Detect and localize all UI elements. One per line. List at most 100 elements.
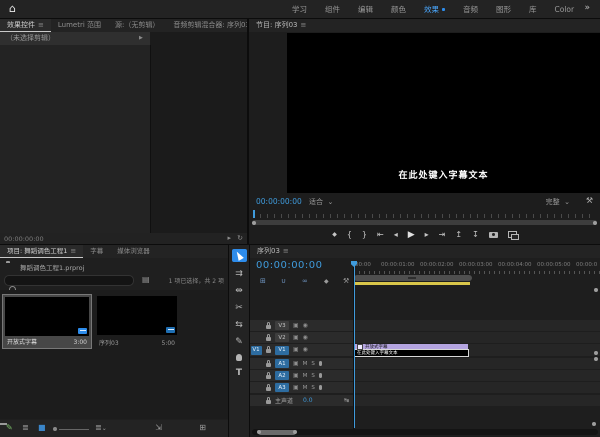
pen-tool[interactable]: ✎ [235, 337, 243, 347]
project-writable-icon[interactable]: ✎ [6, 423, 13, 432]
tab-media-browser[interactable]: 媒体浏览器 [110, 245, 157, 258]
microphone-icon[interactable] [319, 385, 322, 390]
lock-icon[interactable] [266, 325, 271, 329]
export-frame-icon[interactable] [489, 232, 498, 238]
sync-lock-icon[interactable]: ▣ [293, 323, 299, 329]
solo-button[interactable]: S [311, 361, 315, 367]
tab-program-monitor[interactable]: 节目: 序列03≡ [249, 19, 313, 32]
icon-view-icon[interactable]: ■ [38, 423, 46, 432]
track-target-v1[interactable]: V1 [275, 346, 289, 355]
track-content-master[interactable] [354, 395, 600, 406]
track-target-v2[interactable]: V2 [275, 333, 289, 342]
lock-icon[interactable] [266, 363, 271, 367]
selection-tool[interactable] [232, 249, 247, 262]
track-content-a3[interactable] [354, 382, 600, 393]
workspace-tab-libraries[interactable]: 库 [520, 4, 546, 15]
workspace-tab-color[interactable]: 颜色 [382, 4, 415, 15]
sync-lock-icon[interactable]: ▣ [293, 361, 299, 367]
type-tool[interactable]: T [236, 368, 242, 378]
timeline-ruler[interactable]: 00:00 00:00:01:00 00:00:02:00 00:00:03:0… [354, 261, 600, 274]
zoom-slider-handle[interactable] [53, 427, 57, 431]
solo-button[interactable]: S [311, 385, 315, 391]
track-content-v2[interactable] [354, 332, 600, 343]
linked-selection-icon[interactable]: ∞ [302, 277, 308, 285]
extract-icon[interactable]: ↧ [472, 230, 479, 239]
mute-button[interactable]: M [303, 373, 308, 379]
microphone-icon[interactable] [319, 361, 322, 366]
timeline-timecode[interactable]: 00:00:00:00 [256, 260, 323, 271]
track-target-a3[interactable]: A3 [275, 383, 289, 392]
add-marker-icon[interactable]: ◆ [332, 231, 337, 238]
sync-lock-icon[interactable]: ▣ [293, 347, 299, 353]
track-content-a1[interactable] [354, 358, 600, 369]
workspace-tab-learn[interactable]: 学习 [283, 4, 316, 15]
sync-lock-icon[interactable]: ▣ [293, 335, 299, 341]
workspace-tab-assembly[interactable]: 组件 [316, 4, 349, 15]
playback-resolution-select[interactable]: 完整 ⌄ [546, 197, 570, 207]
work-area-bar[interactable] [354, 275, 472, 281]
scrollbar-handle-left[interactable] [252, 221, 256, 225]
track-target-a1[interactable]: A1 [275, 359, 289, 368]
track-content-v1[interactable]: 开放式字幕 在此处键入字幕文本 [354, 344, 600, 356]
scroll-handle[interactable] [592, 422, 596, 426]
eye-icon[interactable]: ◉ [303, 335, 308, 341]
step-back-icon[interactable]: ◂ [394, 230, 398, 239]
hscroll-handle-left[interactable] [257, 430, 261, 434]
tab-captions[interactable]: 字幕 [83, 245, 110, 258]
project-item-sequence[interactable]: 序列03 5:00 [95, 294, 179, 349]
home-icon[interactable]: ⌂ [9, 2, 16, 15]
snap-icon[interactable]: ∪ [281, 277, 286, 285]
tab-sequence-03[interactable]: 序列03≡ [250, 245, 296, 258]
expand-arrow-icon[interactable]: ▶ [139, 32, 143, 45]
program-seek-ruler[interactable] [253, 210, 596, 218]
track-target-v3[interactable]: V3 [275, 321, 289, 330]
sort-icons-icon[interactable]: ≣⌄ [95, 423, 107, 432]
list-view-icon[interactable]: ≣ [22, 423, 29, 432]
workspace-tab-graphics[interactable]: 图形 [487, 4, 520, 15]
item-label[interactable]: 开放式字幕 [7, 337, 37, 346]
sync-lock-icon[interactable]: ▣ [293, 373, 299, 379]
effect-controls-timecode[interactable]: 00:00:00:00 [4, 235, 44, 243]
eye-icon[interactable]: ◉ [303, 347, 308, 353]
item-label[interactable]: 序列03 [99, 338, 119, 347]
settings-wrench-icon[interactable]: ⚒ [586, 196, 593, 205]
play-only-icon[interactable]: ▸ [227, 234, 231, 242]
lock-icon[interactable] [266, 349, 271, 353]
tab-project[interactable]: 项目: 舞蹈调色工程1≡ [0, 245, 83, 258]
track-target-a2[interactable]: A2 [275, 371, 289, 380]
timeline-hscrollbar-thumb[interactable] [258, 430, 296, 435]
zoom-level-select[interactable]: 适合 ⌄ [309, 197, 333, 207]
source-patch-v1[interactable]: V1 [251, 346, 262, 355]
playhead-line[interactable] [354, 265, 355, 428]
scrollbar-handle-right[interactable] [593, 221, 597, 225]
lift-icon[interactable]: ↥ [455, 230, 462, 239]
workspace-tab-color-custom[interactable]: Color [546, 5, 584, 14]
panel-menu-icon[interactable]: ≡ [38, 19, 44, 32]
add-marker-icon[interactable]: ◆ [324, 278, 329, 285]
workspace-overflow-button[interactable]: » [584, 3, 590, 13]
tab-effect-controls[interactable]: 效果控件≡ [0, 19, 51, 32]
track-content-v3[interactable] [354, 320, 600, 331]
lock-icon[interactable] [266, 400, 271, 404]
go-to-in-icon[interactable]: ⇤ [377, 230, 384, 239]
loop-icon[interactable]: ↻ [237, 234, 243, 242]
play-button[interactable]: ▶ [408, 230, 415, 240]
comparison-view-icon[interactable] [508, 231, 517, 238]
panel-menu-icon[interactable]: ≡ [301, 19, 307, 32]
workspace-tab-editing[interactable]: 编辑 [349, 4, 382, 15]
solo-button[interactable]: S [311, 373, 315, 379]
workspace-tab-effects[interactable]: 效果 [415, 4, 454, 15]
mute-button[interactable]: M [303, 361, 308, 367]
new-item-icon[interactable]: ⊞ [199, 423, 206, 432]
audio-fit-icon[interactable]: ↹ [344, 397, 349, 404]
lock-icon[interactable] [266, 387, 271, 391]
panel-menu-icon[interactable]: ≡ [283, 245, 289, 258]
razor-tool[interactable]: ✂ [235, 303, 243, 313]
tab-lumetri-scopes[interactable]: Lumetri 范围 [51, 19, 108, 32]
scroll-handle[interactable] [594, 351, 598, 355]
slip-tool[interactable]: ⇆ [235, 320, 243, 330]
mark-in-icon[interactable]: { [347, 230, 352, 239]
zoom-slider-track[interactable] [59, 429, 89, 430]
hscroll-handle-right[interactable] [293, 430, 297, 434]
go-to-out-icon[interactable]: ⇥ [439, 230, 446, 239]
